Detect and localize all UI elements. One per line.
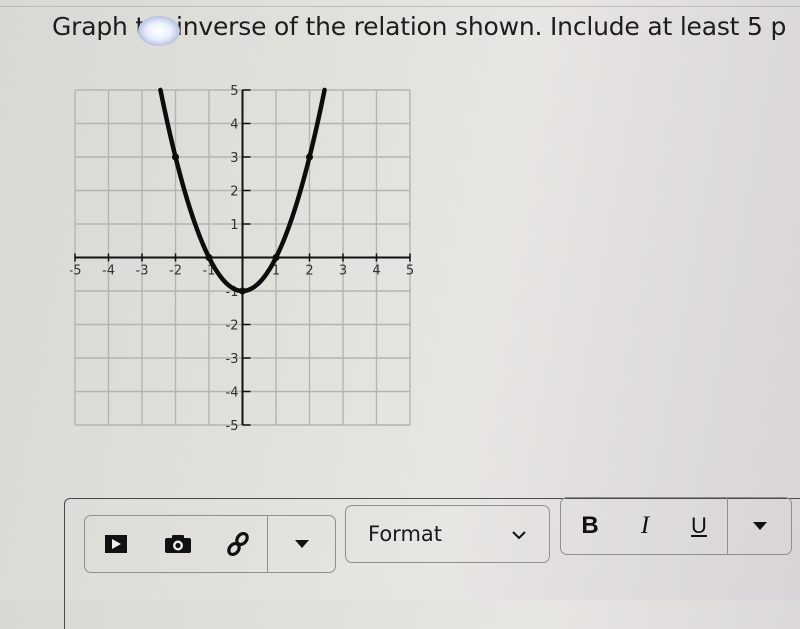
chevron-down-icon: [511, 525, 527, 544]
top-divider: [0, 0, 800, 7]
format-label: Format: [368, 522, 443, 546]
y-tick-label: -4: [226, 386, 239, 401]
format-dropdown[interactable]: Format: [345, 505, 550, 563]
insert-link-button[interactable]: [209, 516, 267, 572]
insert-video-button[interactable]: [85, 516, 147, 572]
y-tick-label: 1: [230, 218, 238, 233]
x-tick-label: 4: [372, 264, 380, 279]
text-style-toolbar-group: B I U: [560, 497, 792, 555]
media-toolbar-group: [84, 515, 336, 573]
bold-button[interactable]: B: [561, 498, 619, 554]
x-tick-label: -4: [102, 264, 115, 279]
y-tick-label: 2: [230, 185, 238, 200]
y-tick-label: 5: [230, 85, 238, 99]
x-tick-label: -2: [169, 264, 182, 279]
x-tick-label: 3: [339, 264, 347, 279]
data-point: [172, 153, 179, 161]
y-tick-label: 3: [230, 151, 238, 166]
y-tick-label: 4: [230, 118, 238, 133]
y-tick-label: -3: [226, 352, 239, 367]
y-tick-label: -2: [226, 319, 239, 334]
underline-button[interactable]: U: [671, 498, 727, 554]
link-icon: [227, 531, 249, 557]
x-tick-label: -5: [70, 264, 81, 279]
coordinate-graph: -5-4-3-2-11234554321-1-2-3-4-5: [70, 85, 414, 430]
data-point: [205, 254, 213, 261]
x-tick-label: -3: [136, 264, 149, 279]
y-tick-label: -5: [226, 419, 239, 430]
text-style-more-dropdown[interactable]: [728, 498, 791, 554]
data-point: [306, 153, 313, 161]
axes: [74, 89, 411, 426]
data-point: [239, 287, 246, 295]
caret-down-icon: [752, 522, 767, 530]
screen-glare: [138, 16, 180, 46]
caret-down-icon: [294, 540, 309, 548]
data-point: [272, 254, 280, 261]
italic-button[interactable]: I: [619, 498, 671, 554]
x-tick-label: 5: [406, 264, 414, 279]
video-icon: [105, 535, 127, 553]
insert-image-button[interactable]: [147, 516, 209, 572]
camera-icon: [165, 535, 191, 553]
media-more-dropdown[interactable]: [268, 516, 335, 572]
x-tick-label: 2: [305, 264, 313, 279]
